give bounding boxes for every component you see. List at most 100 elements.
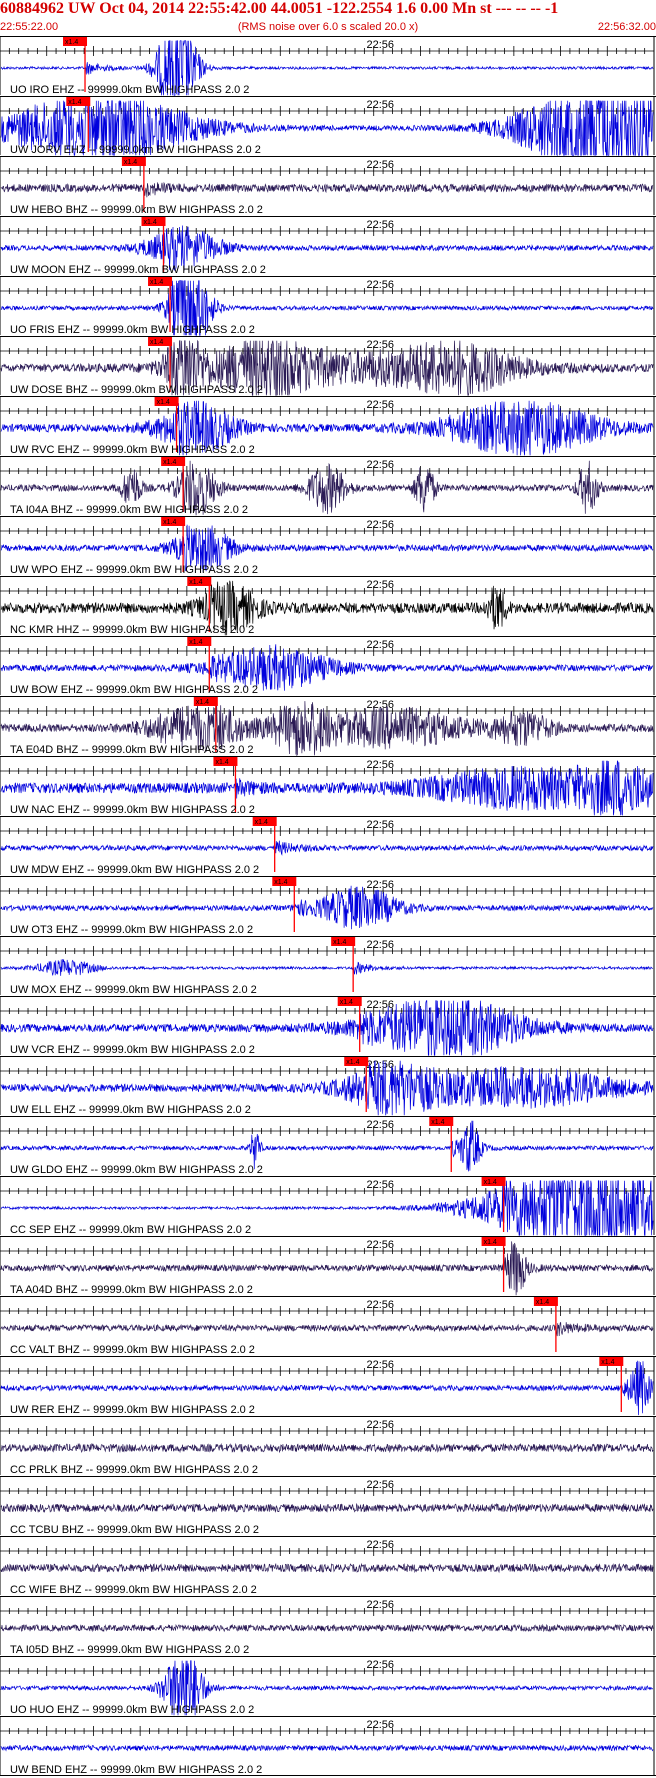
trace-row: 22:56 CC PRLK BHZ -- 99999.0km BW HIGHPAS… <box>0 1416 656 1476</box>
pick-flag-label: x1.4 <box>215 759 228 766</box>
plot-header: 60884962 UW Oct 04, 2014 22:55:42.00 44.… <box>0 0 656 36</box>
time-mark-label: 22:56 <box>366 459 394 471</box>
trace-label: NC KMR HHZ -- 99999.0km BW HIGHPASS 2.0 … <box>10 624 254 636</box>
trace-row: 22:56 x1.4 UW WPO EHZ -- 99999.0km BW HIGH… <box>0 516 656 576</box>
pick-flag-label: x1.4 <box>157 399 170 406</box>
trace-row: 22:56 x1.4 UW BOW EHZ -- 99999.0km BW HIGH… <box>0 636 656 696</box>
time-mark-label: 22:56 <box>366 519 394 531</box>
trace-row: 22:56 x1.4 CC VALT BHZ -- 99999.0km BW HIG… <box>0 1296 656 1356</box>
trace-row: 22:56 x1.4 TA I04A BHZ -- 99999.0km BW HIG… <box>0 456 656 516</box>
trace-label: UW MDW EHZ -- 99999.0km BW HIGHPASS 2.0 … <box>10 864 259 876</box>
pick-flag-label: x1.4 <box>68 99 81 106</box>
pick-flag-label: x1.4 <box>163 519 176 526</box>
time-mark-label: 22:56 <box>366 699 394 711</box>
time-mark-label: 22:56 <box>366 879 394 891</box>
trace-row: 22:56 x1.4 UW HEBO BHZ -- 99999.0km BW HIG… <box>0 156 656 216</box>
time-mark-label: 22:56 <box>366 1599 394 1611</box>
time-mark-label: 22:56 <box>366 219 394 231</box>
rms-noise-note: (RMS noise over 6.0 s scaled 20.0 x) <box>237 21 419 33</box>
trace-label: UW BOW EHZ -- 99999.0km BW HIGHPASS 2.0 … <box>10 684 258 696</box>
pick-flag-label: x1.4 <box>196 699 209 706</box>
pick-flag-label: x1.4 <box>274 879 287 886</box>
time-mark-label: 22:56 <box>366 759 394 771</box>
trace-label: CC PRLK BHZ -- 99999.0km BW HIGHPASS 2.0… <box>10 1464 258 1476</box>
time-mark-label: 22:56 <box>366 399 394 411</box>
trace-row: 22:56 x1.4 TA E04D BHZ -- 99999.0km BW HIG… <box>0 696 656 757</box>
trace-row: 22:56 TA I05D BHZ -- 99999.0km BW HIGHPAS… <box>0 1596 656 1656</box>
trace-label: UO IRO EHZ -- 99999.0km BW HIGHPASS 2.0 … <box>10 84 249 96</box>
trace-row: 22:56 x1.4 UW RVC EHZ -- 99999.0km BW HIGH… <box>0 396 656 456</box>
trace-label: UW ELL EHZ -- 99999.0km BW HIGHPASS 2.0 … <box>10 1104 251 1116</box>
trace-label: UW MOON EHZ -- 99999.0km BW HIGHPASS 2.0… <box>10 264 266 276</box>
waveform <box>0 1744 654 1752</box>
time-mark-label: 22:56 <box>366 1479 394 1491</box>
trace-row: 22:56 x1.4 CC SEP EHZ -- 99999.0km BW HIGH… <box>0 1176 656 1236</box>
time-mark-label: 22:56 <box>366 159 394 171</box>
trace-row: 22:56 x1.4 UO FRIS EHZ -- 99999.0km BW HIG… <box>0 276 656 336</box>
waveform <box>0 1442 654 1454</box>
trace-label: UW DOSE BHZ -- 99999.0km BW HIGHPASS 2.0… <box>10 384 263 396</box>
trace-label: UW BEND EHZ -- 99999.0km BW HIGHPASS 2.0… <box>10 1764 262 1776</box>
trace-row: 22:56 UW BEND EHZ -- 99999.0km BW HIGHPAS… <box>0 1716 656 1776</box>
pick-flag-label: x1.4 <box>536 1299 549 1306</box>
trace-label: TA E04D BHZ -- 99999.0km BW HIGHPASS 2.0… <box>10 744 254 756</box>
time-mark-label: 22:56 <box>366 1299 394 1311</box>
trace-row: 22:56 x1.4 UW NAC EHZ -- 99999.0km BW HIGH… <box>0 756 656 816</box>
time-mark-label: 22:56 <box>366 1719 394 1731</box>
time-mark-label: 22:56 <box>366 939 394 951</box>
time-mark-label: 22:56 <box>366 639 394 651</box>
trace-label: UW GLDO EHZ -- 99999.0km BW HIGHPASS 2.0… <box>10 1164 263 1176</box>
trace-label: CC SEP EHZ -- 99999.0km BW HIGHPASS 2.0 … <box>10 1224 251 1236</box>
time-mark-label: 22:56 <box>366 999 394 1011</box>
trace-label: TA A04D BHZ -- 99999.0km BW HIGHPASS 2.0… <box>10 1284 253 1296</box>
event-title: 60884962 UW Oct 04, 2014 22:55:42.00 44.… <box>0 0 559 17</box>
pick-flag-label: x1.4 <box>484 1239 497 1246</box>
trace-label: UW MOX EHZ -- 99999.0km BW HIGHPASS 2.0 … <box>10 984 257 996</box>
waveform <box>0 840 654 856</box>
trace-row: 22:56 CC TCBU BHZ -- 99999.0km BW HIGHPAS… <box>0 1476 656 1536</box>
trace-row: 22:56 x1.4 UW DOSE BHZ -- 99999.0km BW HIG… <box>0 336 656 396</box>
trace-label: UO FRIS EHZ -- 99999.0km BW HIGHPASS 2.0… <box>10 324 255 336</box>
trace-label: TA I04A BHZ -- 99999.0km BW HIGHPASS 2.0… <box>10 504 248 516</box>
pick-flag-label: x1.4 <box>431 1119 444 1126</box>
time-mark-label: 22:56 <box>366 819 394 831</box>
trace-row: 22:56 x1.4 NC KMR HHZ -- 99999.0km BW HIGH… <box>0 576 656 636</box>
trace-label: UW RVC EHZ -- 99999.0km BW HIGHPASS 2.0 … <box>10 444 255 456</box>
pick-flag-label: x1.4 <box>189 579 202 586</box>
waveform <box>0 1623 654 1633</box>
trace-row: 22:56 x1.4 UO IRO EHZ -- 99999.0km BW HIGH… <box>0 36 656 96</box>
pick-flag-label: x1.4 <box>333 939 346 946</box>
trace-label: UW WPO EHZ -- 99999.0km BW HIGHPASS 2.0 … <box>10 564 258 576</box>
trace-row: 22:56x1.4UW ELL EHZ -- 99999.0km BW HIGH… <box>0 1056 656 1116</box>
trace-label: CC WIFE BHZ -- 99999.0km BW HIGHPASS 2.0… <box>10 1584 257 1596</box>
waveform <box>0 1321 654 1337</box>
pick-flag-label: x1.4 <box>346 1059 359 1066</box>
pick-flag-label: x1.4 <box>601 1359 614 1366</box>
trace-label: UW HEBO BHZ -- 99999.0km BW HIGHPASS 2.0… <box>10 204 263 216</box>
trace-row: 22:56 UO HUO EHZ -- 99999.0km BW HIGHPASS… <box>0 1656 656 1716</box>
time-mark-label: 22:56 <box>366 579 394 591</box>
time-mark-label: 22:56 <box>366 39 394 51</box>
trace-label: UW OT3 EHZ -- 99999.0km BW HIGHPASS 2.0 … <box>10 924 253 936</box>
time-mark-label: 22:56 <box>366 1359 394 1371</box>
pick-flag-label: x1.4 <box>144 219 157 226</box>
pick-flag-label: x1.4 <box>124 159 137 166</box>
trace-label: CC TCBU BHZ -- 99999.0km BW HIGHPASS 2.0… <box>10 1524 259 1536</box>
time-mark-label: 22:56 <box>366 99 394 111</box>
seismogram-panel: 22:56 x1.4 UO IRO EHZ -- 99999.0km BW HIGH… <box>0 36 656 1776</box>
time-mark-label: 22:56 <box>366 1119 394 1131</box>
time-mark-label: 22:56 <box>366 1539 394 1551</box>
trace-label: UW JORV EHZ -- 99999.0km BW HIGHPASS 2.0… <box>10 144 261 156</box>
time-mark-label: 22:56 <box>366 1419 394 1431</box>
pick-flag-label: x1.4 <box>150 339 163 346</box>
time-mark-label: 22:56 <box>366 279 394 291</box>
waveform <box>0 181 654 198</box>
pick-flag-label: x1.4 <box>65 39 78 46</box>
pick-flag-label: x1.4 <box>255 819 268 826</box>
trace-row: 22:56 x1.4 UW MOON EHZ -- 99999.0km BW HIG… <box>0 216 656 276</box>
time-mark-label: 22:56 <box>366 1659 394 1671</box>
trace-row: 22:56 x1.4 UW GLDO EHZ -- 99999.0km BW HIG… <box>0 1116 656 1176</box>
trace-row: 22:56 x1.4 UW OT3 EHZ -- 99999.0km BW HIGH… <box>0 876 656 936</box>
trace-label: UW NAC EHZ -- 99999.0km BW HIGHPASS 2.0 … <box>10 804 255 816</box>
waveform <box>0 959 654 976</box>
